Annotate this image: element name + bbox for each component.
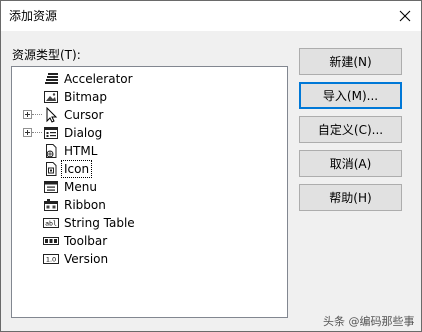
tree-item-label: Ribbon [64,198,106,212]
toolbar-icon [43,233,59,249]
tree-item-label: String Table [64,216,135,230]
close-button[interactable] [389,1,421,31]
tree-item-accelerator[interactable]: Accelerator [12,70,287,88]
tree-item-menu[interactable]: Menu [12,178,287,196]
tree-item-cursor[interactable]: Cursor [12,106,287,124]
custom-button[interactable]: 自定义(C)... [299,116,402,143]
expand-icon[interactable] [23,128,32,137]
close-icon [399,10,411,22]
tree-item-label: HTML [64,144,98,158]
import-button[interactable]: 导入(M)... [299,82,402,109]
version-icon: 1.0 [43,251,59,267]
help-button[interactable]: 帮助(H) [299,184,402,211]
tree-item-label: Toolbar [64,234,108,248]
tree-item-string-table[interactable]: abl String Table [12,214,287,232]
tree-item-label: Dialog [64,126,103,140]
ribbon-icon [43,197,59,213]
tree-item-label: Version [64,252,109,266]
window-title: 添加资源 [9,9,58,23]
tree-item-dialog[interactable]: Dialog [12,124,287,142]
tree-item-toolbar[interactable]: Toolbar [12,232,287,250]
menu-icon [43,179,59,195]
new-button[interactable]: 新建(N) [299,48,402,75]
tree-item-label: Menu [64,180,97,194]
tree-item-html[interactable]: HTML [12,142,287,160]
tree-item-bitmap[interactable]: Bitmap [12,88,287,106]
string-table-icon: abl [43,215,59,231]
tree-item-ribbon[interactable]: Ribbon [12,196,287,214]
expand-icon[interactable] [23,110,32,119]
tree-item-icon[interactable]: Icon [12,160,287,178]
bitmap-icon [43,89,59,105]
tree-item-label: Accelerator [64,72,133,86]
add-resource-dialog: 添加资源 资源类型(T): Accelerator Bitmap Cursor … [0,0,422,332]
resource-type-tree[interactable]: Accelerator Bitmap Cursor Dialog HTML Ic… [11,66,288,318]
tree-item-label: Cursor [64,108,104,122]
cancel-button[interactable]: 取消(A) [299,150,402,177]
tree-item-label: Bitmap [64,90,107,104]
watermark: 头条 @编码那些事 [323,315,415,328]
title-bar: 添加资源 [1,1,421,31]
icon-resource-icon [43,161,59,177]
resource-type-label: 资源类型(T): [12,48,81,62]
tree-connector [32,132,42,133]
accelerator-icon [43,71,59,87]
svg-text:1.0: 1.0 [46,256,56,264]
tree-connector [32,114,42,115]
tree-item-label: Icon [61,160,93,178]
svg-text:abl: abl [45,220,57,228]
cursor-icon [43,107,59,123]
dialog-icon [43,125,59,141]
html-icon [43,143,59,159]
tree-item-version[interactable]: 1.0 Version [12,250,287,268]
